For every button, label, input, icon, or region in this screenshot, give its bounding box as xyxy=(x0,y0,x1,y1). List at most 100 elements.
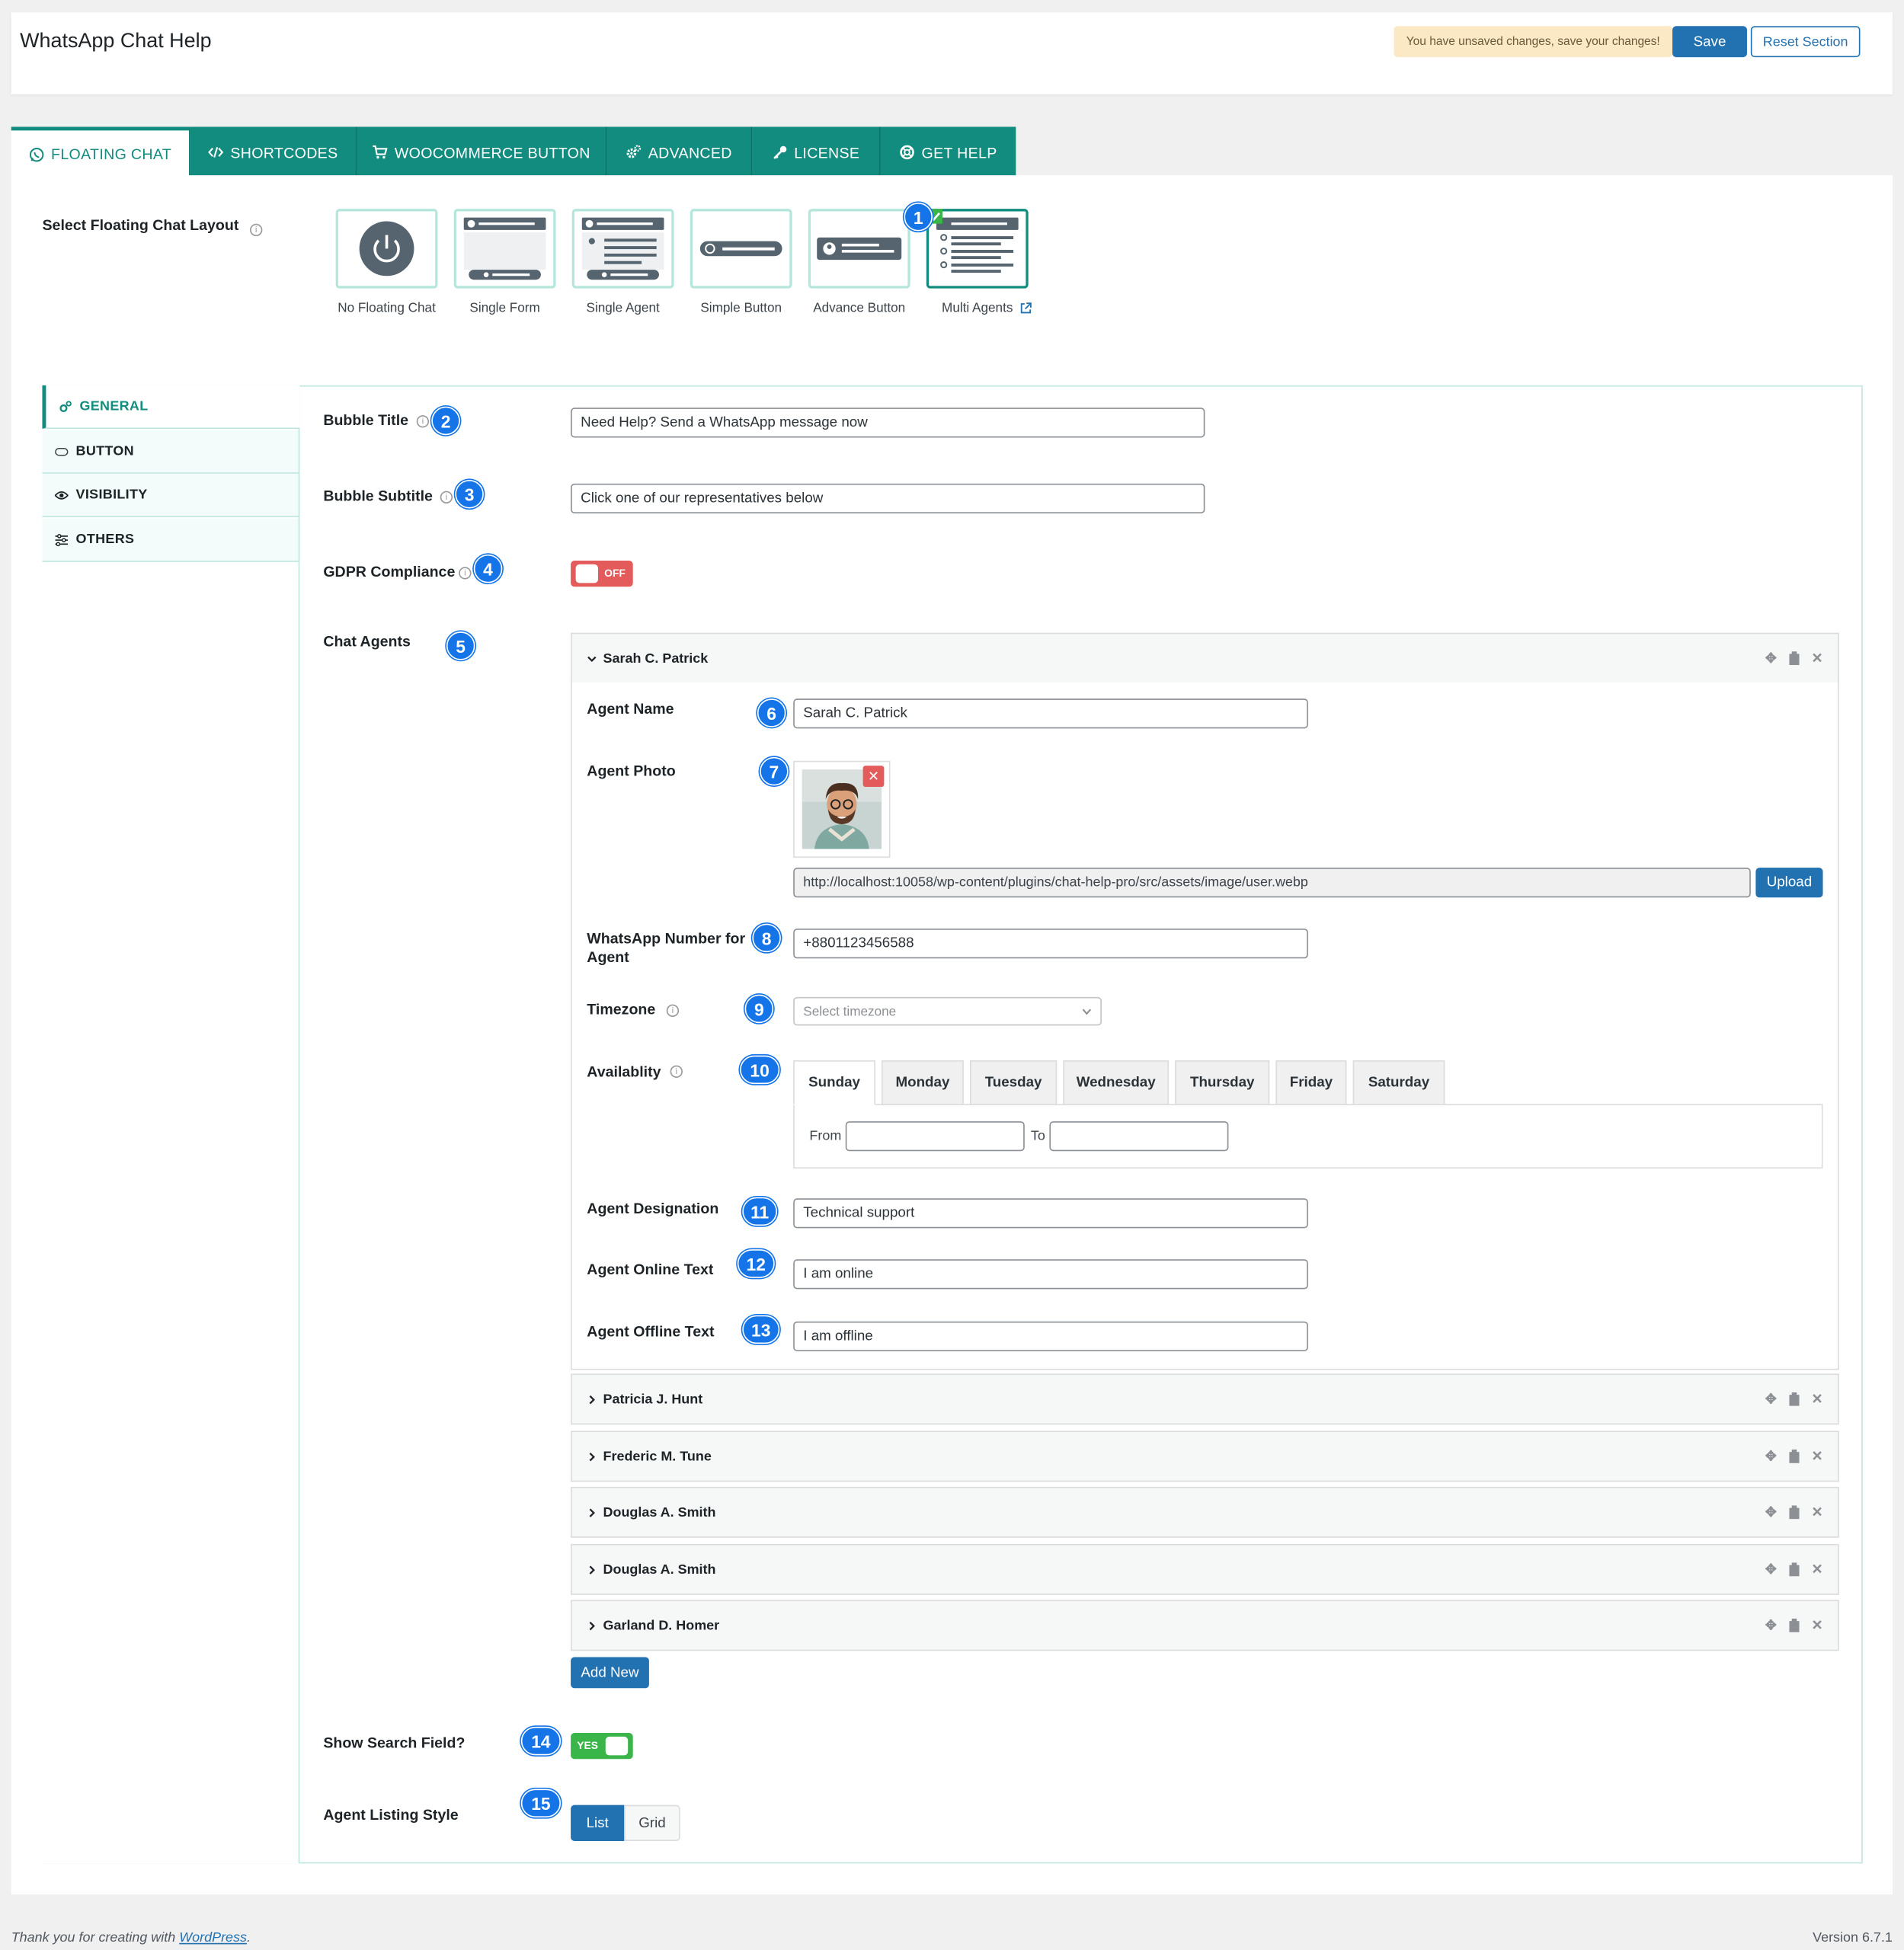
clone-icon[interactable] xyxy=(1787,1505,1800,1520)
chevron-right-icon xyxy=(589,1395,595,1404)
clone-icon[interactable] xyxy=(1787,651,1800,666)
reset-section-button[interactable]: Reset Section xyxy=(1750,26,1861,58)
day-tab-tuesday[interactable]: Tuesday xyxy=(969,1060,1058,1105)
show-search-toggle[interactable]: YES xyxy=(571,1733,633,1760)
sidebar-item-general[interactable]: GENERAL xyxy=(42,385,300,430)
move-icon[interactable]: ✥ xyxy=(1765,1448,1777,1465)
day-tab-sunday[interactable]: Sunday xyxy=(793,1060,875,1105)
tab-license[interactable]: LICENSE xyxy=(752,126,881,178)
agent-title: Garland D. Homer xyxy=(603,1618,720,1633)
availability-label: Availablity xyxy=(587,1063,661,1081)
advance-button-icon xyxy=(817,237,902,261)
move-icon[interactable]: ✥ xyxy=(1765,1562,1777,1578)
select-placeholder: Select timezone xyxy=(803,1003,897,1019)
sidebar-nav xyxy=(42,385,300,1864)
sidebar-item-others[interactable]: OTHERS xyxy=(42,518,300,562)
step-badge: 15 xyxy=(520,1789,562,1817)
remove-photo-button[interactable]: ✕ xyxy=(862,766,885,788)
agent-name-input[interactable]: Sarah C. Patrick xyxy=(793,698,1308,729)
day-tab-saturday[interactable]: Saturday xyxy=(1352,1060,1445,1105)
layout-no-floating-chat[interactable] xyxy=(335,209,438,289)
remove-icon[interactable]: ✕ xyxy=(1811,1504,1822,1520)
bubble-subtitle-label: Bubble Subtitle xyxy=(323,487,433,505)
listing-style-list[interactable]: List xyxy=(571,1805,625,1841)
agent-tools: ✥ ✕ xyxy=(1765,1375,1823,1424)
tab-label: GET HELP xyxy=(921,143,997,161)
tab-woocommerce-button[interactable]: WOOCOMMERCE BUTTON xyxy=(357,126,607,178)
remove-icon[interactable]: ✕ xyxy=(1811,1448,1822,1465)
sidebar-item-button[interactable]: BUTTON xyxy=(42,430,300,474)
layout-name: Simple Button xyxy=(700,300,782,316)
clone-icon[interactable] xyxy=(1787,1618,1800,1632)
external-link-icon[interactable] xyxy=(1019,302,1032,315)
sidebar-item-visibility[interactable]: VISIBILITY xyxy=(42,473,300,517)
agent-tools: ✥ ✕ xyxy=(1765,1601,1823,1650)
sidebar-item-label: GENERAL xyxy=(79,398,149,414)
day-tab-thursday[interactable]: Thursday xyxy=(1175,1060,1270,1105)
info-icon[interactable]: i xyxy=(666,1004,680,1017)
from-time-input[interactable] xyxy=(845,1121,1025,1152)
add-new-agent-button[interactable]: Add New xyxy=(571,1657,649,1689)
whatsapp-number-input[interactable]: +8801123456588 xyxy=(793,929,1308,959)
timezone-select[interactable]: Select timezone xyxy=(793,996,1102,1026)
day-tab-monday[interactable]: Monday xyxy=(882,1060,964,1105)
offline-text-input[interactable]: I am offline xyxy=(793,1321,1308,1351)
layout-name: Single Agent xyxy=(586,300,660,316)
clone-icon[interactable] xyxy=(1787,1562,1800,1577)
info-icon[interactable]: i xyxy=(440,491,453,503)
layout-simple-button[interactable] xyxy=(690,209,792,289)
agent-tools: ✥ ✕ xyxy=(1765,634,1823,682)
sliders-icon xyxy=(55,533,69,546)
info-icon[interactable]: i xyxy=(416,415,430,428)
layout-single-form[interactable] xyxy=(453,209,556,289)
listing-style-grid[interactable]: Grid xyxy=(624,1805,680,1841)
designation-label: Agent Designation xyxy=(587,1199,719,1217)
upload-button[interactable]: Upload xyxy=(1755,868,1823,898)
agent-accordion-header[interactable]: Douglas A. Smith ✥ ✕ xyxy=(571,1543,1839,1595)
agent-accordion-header[interactable]: Douglas A. Smith ✥ ✕ xyxy=(571,1486,1839,1538)
remove-icon[interactable]: ✕ xyxy=(1811,651,1822,667)
bubble-subtitle-input[interactable]: Click one of our representatives below xyxy=(571,483,1205,514)
layout-single-agent[interactable] xyxy=(571,209,674,289)
photo-url-input[interactable]: http://localhost:10058/wp-content/plugin… xyxy=(793,868,1751,898)
remove-icon[interactable]: ✕ xyxy=(1811,1391,1822,1408)
move-icon[interactable]: ✥ xyxy=(1765,1617,1777,1634)
agent-accordion-header[interactable]: Garland D. Homer ✥ ✕ xyxy=(571,1600,1839,1651)
info-icon[interactable]: i xyxy=(459,567,472,580)
wordpress-link[interactable]: WordPress xyxy=(179,1930,247,1945)
move-icon[interactable]: ✥ xyxy=(1765,1504,1777,1520)
remove-icon[interactable]: ✕ xyxy=(1811,1617,1822,1634)
layout-name: No Floating Chat xyxy=(338,300,436,316)
agent-title: Sarah C. Patrick xyxy=(603,651,709,666)
step-badge: 13 xyxy=(742,1315,780,1344)
day-tab-wednesday[interactable]: Wednesday xyxy=(1063,1060,1170,1105)
tab-shortcodes[interactable]: SHORTCODES xyxy=(190,126,357,178)
to-time-input[interactable] xyxy=(1049,1121,1229,1152)
move-icon[interactable]: ✥ xyxy=(1765,651,1777,667)
online-text-input[interactable]: I am online xyxy=(793,1259,1308,1290)
clone-icon[interactable] xyxy=(1787,1449,1800,1463)
tab-advanced[interactable]: ADVANCED xyxy=(606,126,753,178)
move-icon[interactable]: ✥ xyxy=(1765,1391,1777,1408)
designation-input[interactable]: Technical support xyxy=(793,1198,1308,1229)
info-icon[interactable]: i xyxy=(250,223,263,237)
layout-advance-button[interactable] xyxy=(808,209,910,289)
agent-accordion-header[interactable]: Sarah C. Patrick ✥ ✕ xyxy=(571,632,1839,684)
tab-floating-chat[interactable]: FLOATING CHAT xyxy=(11,126,190,178)
online-text-label: Agent Online Text xyxy=(587,1260,714,1278)
tab-get-help[interactable]: GET HELP xyxy=(880,126,1016,178)
agent-accordion-header[interactable]: Frederic M. Tune ✥ ✕ xyxy=(571,1431,1839,1482)
remove-icon[interactable]: ✕ xyxy=(1811,1562,1822,1578)
agent-accordion-header[interactable]: Patricia J. Hunt ✥ ✕ xyxy=(571,1373,1839,1425)
clone-icon[interactable] xyxy=(1787,1392,1800,1406)
whatsapp-number-label: WhatsApp Number for Agent xyxy=(587,930,745,966)
step-badge: 7 xyxy=(760,756,789,786)
gdpr-toggle[interactable]: OFF xyxy=(571,561,633,587)
info-icon[interactable]: i xyxy=(670,1065,683,1078)
day-tab-friday[interactable]: Friday xyxy=(1275,1060,1347,1105)
gears-icon xyxy=(626,145,642,158)
step-badge: 5 xyxy=(446,631,475,660)
bubble-title-input[interactable]: Need Help? Send a WhatsApp message now xyxy=(571,408,1205,438)
close-icon: ✕ xyxy=(867,769,880,785)
save-button[interactable]: Save xyxy=(1672,26,1747,58)
